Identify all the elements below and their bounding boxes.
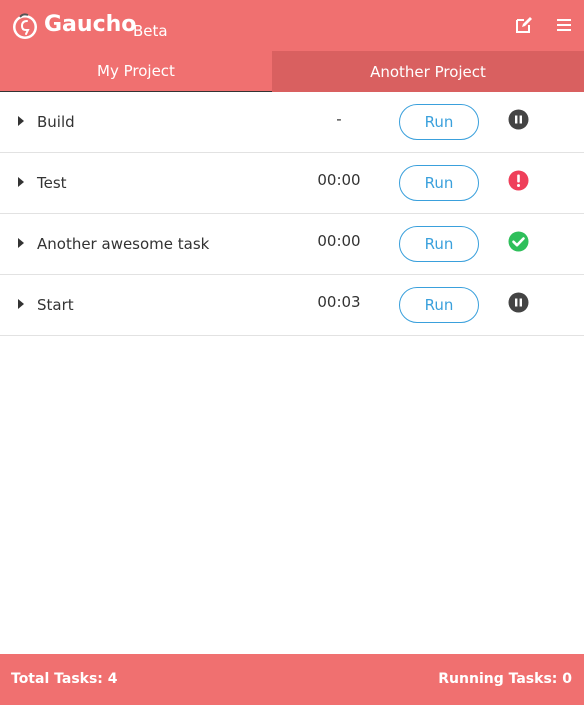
task-name: Another awesome task bbox=[37, 235, 210, 253]
task-elapsed-time: 00:00 bbox=[317, 232, 361, 250]
app-header: Gaucho Beta bbox=[0, 0, 584, 51]
project-tabs: My Project Another Project bbox=[0, 51, 584, 92]
tab-another-project[interactable]: Another Project bbox=[272, 51, 584, 92]
task-name: Build bbox=[37, 113, 75, 131]
tab-my-project[interactable]: My Project bbox=[0, 51, 272, 92]
running-tasks-label: Running Tasks: bbox=[438, 671, 558, 687]
run-button[interactable]: Run bbox=[399, 287, 479, 323]
task-name: Start bbox=[37, 296, 74, 314]
gaucho-app: Gaucho Beta My Project Another Project B… bbox=[0, 0, 584, 705]
status-footer: Total Tasks: 4 Running Tasks: 0 bbox=[0, 654, 584, 705]
task-row-start: Start 00:03 Run bbox=[0, 275, 584, 336]
running-tasks-value: 0 bbox=[562, 671, 572, 687]
task-elapsed-time: - bbox=[336, 110, 342, 128]
task-row-build: Build - Run bbox=[0, 92, 584, 153]
check-circle-icon bbox=[508, 231, 529, 252]
expand-caret-icon[interactable] bbox=[16, 175, 26, 189]
gaucho-logo-icon bbox=[11, 11, 39, 40]
beta-badge: Beta bbox=[133, 22, 168, 40]
run-button[interactable]: Run bbox=[399, 226, 479, 262]
total-tasks-label: Total Tasks: bbox=[11, 671, 103, 687]
app-name: Gaucho bbox=[44, 12, 137, 37]
task-elapsed-time: 00:03 bbox=[317, 293, 361, 311]
task-row-another-awesome-task: Another awesome task 00:00 Run bbox=[0, 214, 584, 275]
pause-circle-icon bbox=[508, 109, 529, 130]
expand-caret-icon[interactable] bbox=[16, 236, 26, 250]
expand-caret-icon[interactable] bbox=[16, 297, 26, 311]
pause-circle-icon bbox=[508, 292, 529, 313]
running-tasks: Running Tasks: 0 bbox=[438, 671, 572, 687]
task-name: Test bbox=[37, 174, 67, 192]
run-button[interactable]: Run bbox=[399, 104, 479, 140]
edit-icon[interactable] bbox=[513, 14, 535, 36]
total-tasks: Total Tasks: 4 bbox=[11, 671, 118, 687]
run-button[interactable]: Run bbox=[399, 165, 479, 201]
expand-caret-icon[interactable] bbox=[16, 114, 26, 128]
exclamation-circle-icon bbox=[508, 170, 529, 191]
task-list: Build - Run Test 00:00 Run Another aweso… bbox=[0, 92, 584, 336]
total-tasks-value: 4 bbox=[107, 671, 118, 687]
hamburger-menu-icon[interactable] bbox=[553, 14, 575, 36]
task-row-test: Test 00:00 Run bbox=[0, 153, 584, 214]
task-elapsed-time: 00:00 bbox=[317, 171, 361, 189]
